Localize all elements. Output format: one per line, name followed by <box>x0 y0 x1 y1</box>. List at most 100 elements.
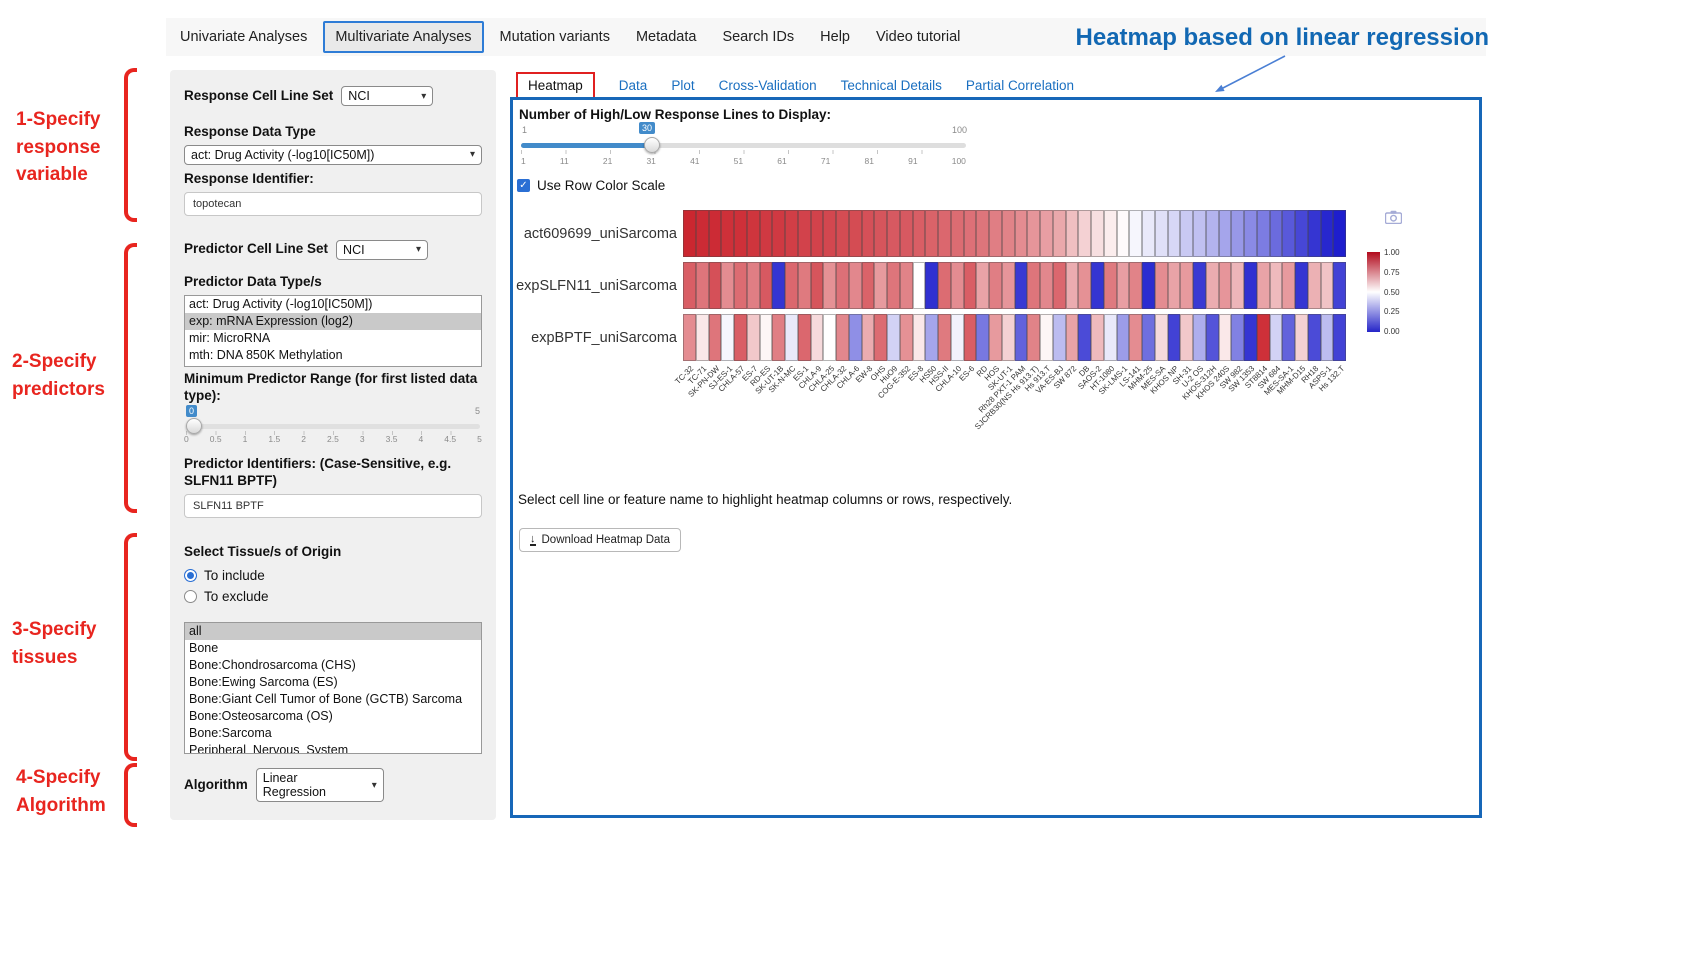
heatmap-cell[interactable] <box>1270 210 1283 257</box>
nav-item-multivariate-analyses[interactable]: Multivariate Analyses <box>323 21 483 53</box>
heatmap-cell[interactable] <box>976 314 989 361</box>
heatmap-cell[interactable] <box>1257 262 1270 309</box>
heatmap-cell[interactable] <box>1180 210 1193 257</box>
tissue-option-peripheral-nervous-system[interactable]: Peripheral_Nervous_System <box>185 742 481 754</box>
heatmap-cell[interactable] <box>1193 314 1206 361</box>
heatmap-cell[interactable] <box>1168 314 1181 361</box>
heatmap-cell[interactable] <box>785 262 798 309</box>
heatmap-cell[interactable] <box>913 314 926 361</box>
heatmap-cell[interactable] <box>1053 262 1066 309</box>
heatmap-cell[interactable] <box>798 262 811 309</box>
heatmap-cell[interactable] <box>1091 210 1104 257</box>
heatmap-cell[interactable] <box>1078 314 1091 361</box>
heatmap-cell[interactable] <box>734 210 747 257</box>
heatmap-cell[interactable] <box>887 262 900 309</box>
nav-item-video-tutorial[interactable]: Video tutorial <box>866 23 970 51</box>
heatmap-cell[interactable] <box>925 314 938 361</box>
heatmap-cell[interactable] <box>1027 262 1040 309</box>
heatmap-cell[interactable] <box>1231 210 1244 257</box>
row-color-scale-row[interactable]: ✓ Use Row Color Scale <box>517 178 665 193</box>
heatmap-cell[interactable] <box>772 314 785 361</box>
tab-technical-details[interactable]: Technical Details <box>841 78 942 93</box>
heatmap-cell[interactable] <box>1066 210 1079 257</box>
heatmap-cell[interactable] <box>1053 314 1066 361</box>
heatmap-cell[interactable] <box>1295 314 1308 361</box>
nav-item-metadata[interactable]: Metadata <box>626 23 706 51</box>
heatmap-cell[interactable] <box>836 314 849 361</box>
heatmap-cell[interactable] <box>785 210 798 257</box>
heatmap-cell[interactable] <box>696 262 709 309</box>
heatmap-cell[interactable] <box>785 314 798 361</box>
heatmap-cell[interactable] <box>1308 262 1321 309</box>
heatmap-cell[interactable] <box>1180 314 1193 361</box>
heatmap-cell[interactable] <box>1117 262 1130 309</box>
tissue-option-bone-osteosarcoma-os[interactable]: Bone:Osteosarcoma (OS) <box>185 708 481 725</box>
heatmap-cell[interactable] <box>1282 262 1295 309</box>
heatmap-cell[interactable] <box>1155 210 1168 257</box>
heatmap-cell[interactable] <box>760 314 773 361</box>
heatmap-cell[interactable] <box>1333 210 1346 257</box>
heatmap-cell[interactable] <box>964 210 977 257</box>
heatmap-cell[interactable] <box>760 262 773 309</box>
heatmap-cell[interactable] <box>1142 262 1155 309</box>
heatmap-row-label[interactable]: act609699_uniSarcoma <box>513 210 677 257</box>
download-heatmap-data-button[interactable]: ↓ Download Heatmap Data <box>519 528 681 552</box>
heatmap-cell[interactable] <box>874 314 887 361</box>
heatmap-cell[interactable] <box>1027 314 1040 361</box>
heatmap-cell[interactable] <box>747 314 760 361</box>
heatmap-cell[interactable] <box>989 314 1002 361</box>
heatmap-cell[interactable] <box>913 210 926 257</box>
tab-cross-validation[interactable]: Cross-Validation <box>719 78 817 93</box>
heatmap-cell[interactable] <box>1066 262 1079 309</box>
heatmap-cell[interactable] <box>849 210 862 257</box>
heatmap-cell[interactable] <box>1333 262 1346 309</box>
heatmap-cell[interactable] <box>951 314 964 361</box>
heatmap-cell[interactable] <box>760 210 773 257</box>
to-include-radio-row[interactable]: To include <box>184 568 482 583</box>
heatmap-cell[interactable] <box>1270 262 1283 309</box>
heatmap-cell[interactable] <box>1295 210 1308 257</box>
camera-icon[interactable] <box>1385 210 1402 224</box>
to-exclude-radio[interactable] <box>184 590 197 603</box>
tab-plot[interactable]: Plot <box>671 78 694 93</box>
heatmap-cell[interactable] <box>1142 314 1155 361</box>
heatmap-cell[interactable] <box>1219 314 1232 361</box>
heatmap-cell[interactable] <box>1142 210 1155 257</box>
nav-item-univariate-analyses[interactable]: Univariate Analyses <box>170 23 317 51</box>
heatmap-cell[interactable] <box>1104 262 1117 309</box>
heatmap-cell[interactable] <box>1002 262 1015 309</box>
heatmap-cell[interactable] <box>1219 210 1232 257</box>
heatmap-cell[interactable] <box>1129 314 1142 361</box>
tissue-option-bone-ewing-sarcoma-es[interactable]: Bone:Ewing Sarcoma (ES) <box>185 674 481 691</box>
heatmap-cell[interactable] <box>849 262 862 309</box>
heatmap-cell[interactable] <box>976 210 989 257</box>
heatmap-cell[interactable] <box>1282 314 1295 361</box>
heatmap-cell[interactable] <box>1002 210 1015 257</box>
heatmap-cell[interactable] <box>925 262 938 309</box>
response-cell-line-set-select[interactable]: NCI ▾ <box>341 86 433 106</box>
heatmap-cell[interactable] <box>1321 314 1334 361</box>
heatmap-cell[interactable] <box>1244 262 1257 309</box>
tissue-option-bone-chondrosarcoma-chs[interactable]: Bone:Chondrosarcoma (CHS) <box>185 657 481 674</box>
heatmap-cell[interactable] <box>1040 262 1053 309</box>
heatmap-cell[interactable] <box>989 262 1002 309</box>
heatmap-cell[interactable] <box>747 262 760 309</box>
heatmap-cell[interactable] <box>938 314 951 361</box>
heatmap-cell[interactable] <box>1206 210 1219 257</box>
heatmap-cell[interactable] <box>1321 210 1334 257</box>
predictor-data-type-option-mth-dna-850k-methylation[interactable]: mth: DNA 850K Methylation <box>185 347 481 364</box>
heatmap-cell[interactable] <box>1078 262 1091 309</box>
heatmap-cell[interactable] <box>811 314 824 361</box>
heatmap-cell[interactable] <box>938 262 951 309</box>
tissue-option-bone-sarcoma[interactable]: Bone:Sarcoma <box>185 725 481 742</box>
lines-slider-handle[interactable] <box>644 137 660 153</box>
heatmap-cell[interactable] <box>721 210 734 257</box>
heatmap-cell[interactable] <box>721 262 734 309</box>
heatmap-cell[interactable] <box>1078 210 1091 257</box>
predictor-data-type-option-act-drug-activity-log10-ic50m[interactable]: act: Drug Activity (-log10[IC50M]) <box>185 296 481 313</box>
heatmap-cell[interactable] <box>1129 262 1142 309</box>
heatmap-cell[interactable] <box>823 262 836 309</box>
heatmap-cell[interactable] <box>1257 314 1270 361</box>
heatmap-cell[interactable] <box>1155 314 1168 361</box>
heatmap-cell[interactable] <box>1104 314 1117 361</box>
